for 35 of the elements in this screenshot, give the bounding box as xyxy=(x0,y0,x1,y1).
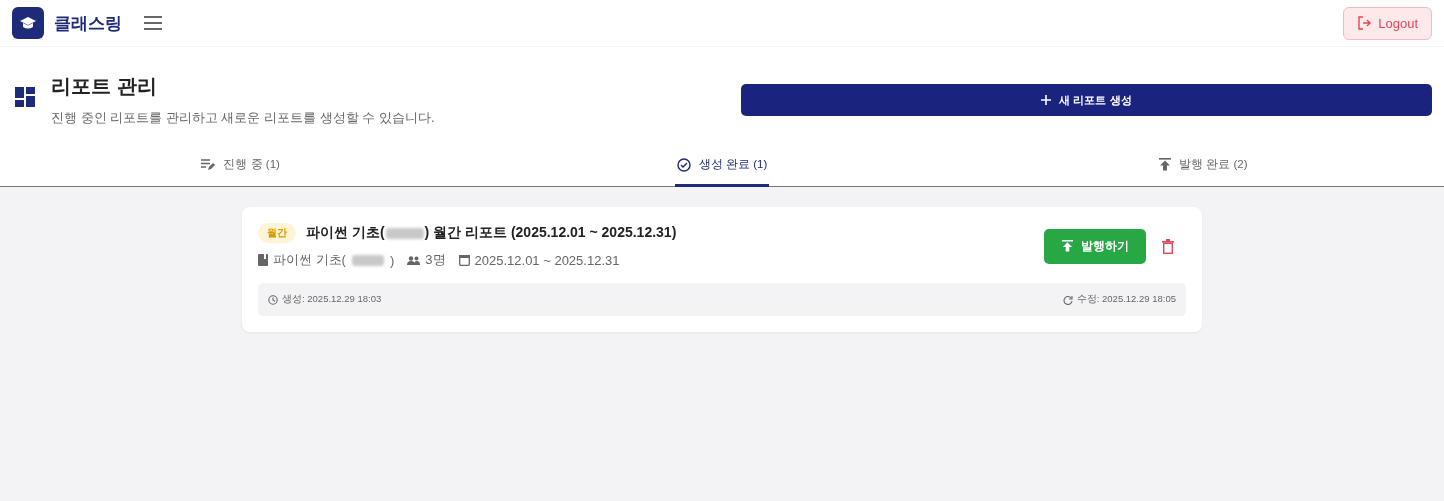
tab[interactable]: 발행 완료 (2) xyxy=(1157,147,1250,187)
book-icon xyxy=(258,254,268,266)
check-circle-icon xyxy=(676,157,691,172)
report-title: 파이썬 기초( xyxy=(306,224,385,242)
people-icon xyxy=(407,255,421,265)
created-time: 생성: 2025.12.29 18:03 xyxy=(282,293,382,306)
plus-icon xyxy=(1041,95,1052,105)
dashboard-icon xyxy=(15,87,35,107)
redacted-mark xyxy=(351,254,384,266)
student-count: 3명 xyxy=(425,251,446,269)
graduation-cap-logo xyxy=(12,7,44,39)
period-badge: 월간 xyxy=(258,223,296,243)
create-report-button[interactable]: 새 리포트 생성 xyxy=(741,84,1432,116)
page-subtitle: 진행 중인 리포트를 관리하고 새로운 리포트를 생성할 수 있습니다. xyxy=(51,109,435,127)
calendar-icon xyxy=(458,254,470,266)
tab[interactable]: 진행 중 (1) xyxy=(199,147,282,187)
logout-icon xyxy=(1357,16,1372,30)
edit-list-icon xyxy=(201,158,216,171)
modified-time: 수정: 2025.12.29 18:05 xyxy=(1076,293,1176,306)
app-name: 클래스링 xyxy=(54,12,122,35)
menu-icon xyxy=(144,16,162,30)
report-period: 2025.12.01 ~ 2025.12.31 xyxy=(474,252,620,268)
redacted-mark xyxy=(385,227,424,239)
delete-button[interactable] xyxy=(1160,236,1176,256)
page-title: 리포트 관리 xyxy=(51,74,158,99)
report-title: ) 월간 리포트 (2025.12.01 ~ 2025.12.31) xyxy=(424,224,677,242)
logout-button[interactable]: Logout xyxy=(1343,6,1432,40)
refresh-icon xyxy=(1062,294,1073,305)
course-name: ) xyxy=(389,252,395,268)
upload-icon xyxy=(1062,240,1073,252)
upload-icon xyxy=(1159,158,1172,171)
course-name: 파이썬 기초( xyxy=(273,251,346,269)
trash-icon xyxy=(1162,238,1174,254)
tab[interactable]: 생성 완료 (1) xyxy=(674,147,770,187)
clock-icon xyxy=(268,294,278,305)
